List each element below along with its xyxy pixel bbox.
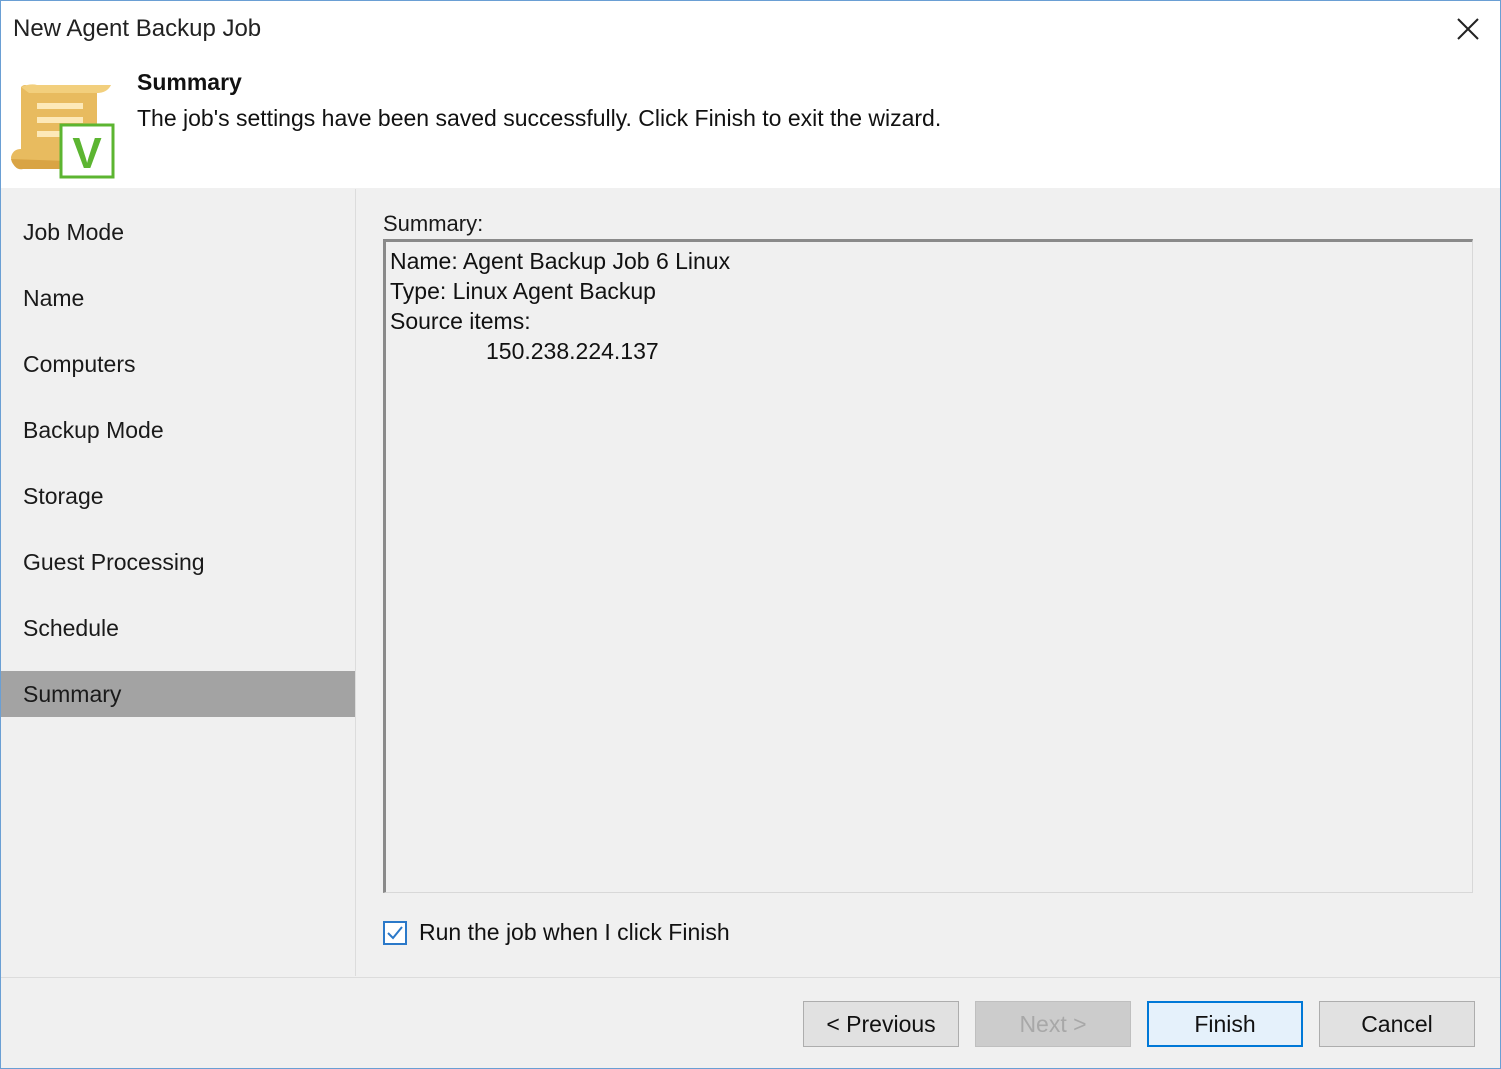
sidebar-item-summary[interactable]: Summary	[1, 671, 355, 717]
sidebar-item-job-mode[interactable]: Job Mode	[1, 209, 355, 255]
sidebar-item-guest-processing[interactable]: Guest Processing	[1, 539, 355, 585]
window-title: New Agent Backup Job	[13, 15, 262, 42]
run-job-label: Run the job when I click Finish	[419, 919, 730, 945]
summary-line-type: Type: Linux Agent Backup	[390, 278, 656, 304]
summary-panel: Summary: Name: Agent Backup Job 6 Linux …	[357, 189, 1500, 976]
wizard-window: New Agent Backup Job V Summary The job's…	[0, 0, 1501, 1069]
sidebar-item-name[interactable]: Name	[1, 275, 355, 321]
finish-button[interactable]: Finish	[1147, 1001, 1303, 1047]
summary-line-name: Name: Agent Backup Job 6 Linux	[390, 248, 731, 274]
sidebar-item-storage[interactable]: Storage	[1, 473, 355, 519]
checkmark-icon	[387, 925, 403, 939]
wizard-footer: < Previous Next > Finish Cancel	[1, 977, 1500, 1068]
sidebar-item-schedule[interactable]: Schedule	[1, 605, 355, 651]
run-job-option[interactable]: Run the job when I click Finish	[383, 919, 730, 946]
wizard-header: New Agent Backup Job V Summary The job's…	[1, 1, 1500, 188]
sidebar-item-backup-mode[interactable]: Backup Mode	[1, 407, 355, 453]
step-heading: Summary	[137, 69, 242, 95]
cancel-button[interactable]: Cancel	[1319, 1001, 1475, 1047]
run-job-checkbox[interactable]	[383, 920, 407, 945]
wizard-steps-sidebar: Job Mode Name Computers Backup Mode Stor…	[1, 189, 356, 976]
summary-line-source-ip: 150.238.224.137	[486, 338, 659, 364]
close-icon	[1457, 18, 1479, 40]
sidebar-item-computers[interactable]: Computers	[1, 341, 355, 387]
step-description: The job's settings have been saved succe…	[137, 105, 942, 131]
previous-button[interactable]: < Previous	[803, 1001, 959, 1047]
next-button[interactable]: Next >	[975, 1001, 1131, 1047]
scroll-check-icon: V	[7, 79, 117, 181]
summary-textbox[interactable]: Name: Agent Backup Job 6 Linux Type: Lin…	[383, 239, 1473, 893]
svg-text:V: V	[72, 129, 102, 178]
summary-line-source-items: Source items:	[390, 308, 531, 334]
close-button[interactable]	[1452, 13, 1484, 45]
summary-label: Summary:	[383, 211, 484, 236]
